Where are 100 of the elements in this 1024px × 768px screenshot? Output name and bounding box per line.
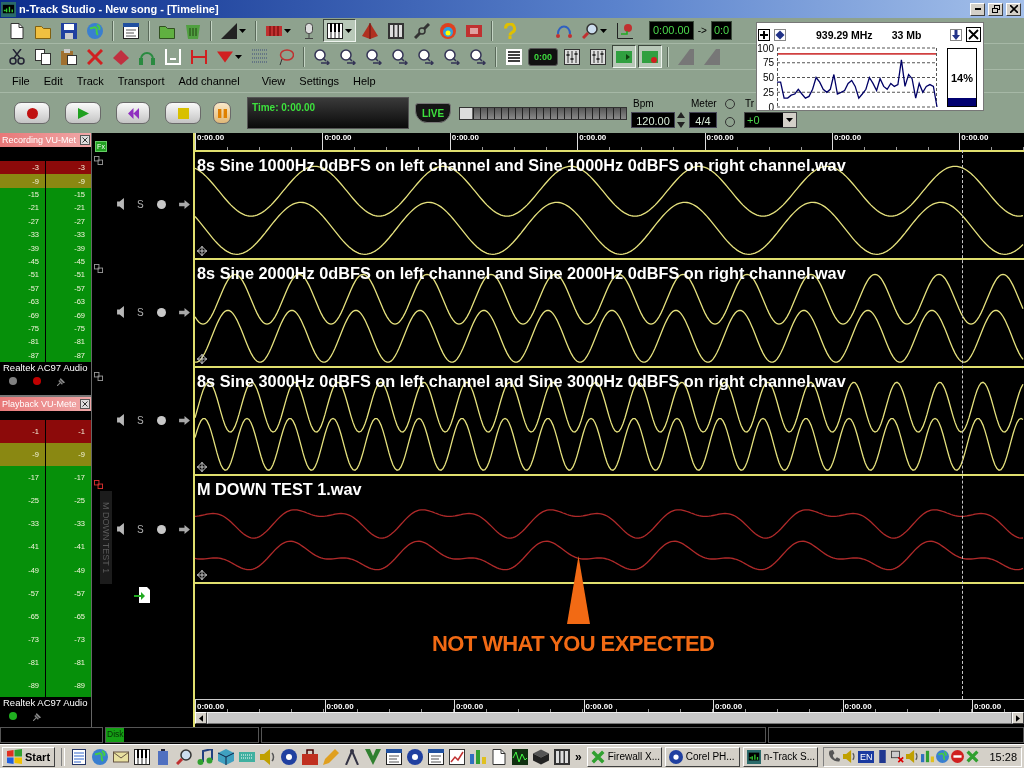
toolbox-icon[interactable] [302,748,319,765]
transpose-dropdown[interactable]: +0 [744,112,797,128]
envelope-icon[interactable] [113,748,130,765]
speaker-icon[interactable] [117,414,124,426]
close-icon[interactable] [80,135,90,145]
notepad-icon[interactable] [71,748,88,765]
status-dot[interactable] [9,377,17,385]
music-note-icon[interactable] [197,748,214,765]
play-button[interactable] [65,102,101,124]
time-display-button[interactable]: 0:00 [528,47,558,66]
linked-squares-icon[interactable] [94,480,103,489]
live-button[interactable]: LIVE [415,103,451,123]
solo-button[interactable]: S [137,523,144,535]
scroll-right-button[interactable] [1012,712,1024,724]
menu-item[interactable]: Track [75,74,105,88]
menu-item[interactable]: View [260,74,287,88]
crosshair-icon[interactable] [197,246,207,256]
solo-button[interactable]: S [137,414,144,426]
meter-field[interactable]: 4/4 [689,112,717,128]
status-dot[interactable] [33,377,41,385]
window-icon[interactable] [428,748,445,765]
radio-button[interactable] [725,117,735,127]
disc-icon[interactable] [407,748,424,765]
pin-icon[interactable] [33,711,42,721]
menu-item[interactable]: Edit [42,74,64,88]
record-button[interactable] [14,102,50,124]
stop-button[interactable] [165,102,201,124]
speaker-icon[interactable] [117,306,124,318]
chart-icon[interactable] [449,748,466,765]
document-arrow-icon[interactable] [134,587,150,603]
box-icon[interactable] [533,748,550,765]
pause-button[interactable] [213,102,231,124]
down-arrow-icon[interactable] [950,28,962,41]
taskbar-button[interactable]: Corel PH... [664,746,740,767]
scroll-left-button[interactable] [195,712,207,724]
magnifier-icon[interactable] [176,748,193,765]
linked-squares-icon[interactable] [94,264,103,273]
restore-button[interactable] [988,2,1003,16]
more-button[interactable]: » [573,749,584,764]
circle-icon[interactable] [156,415,166,425]
crosshair-icon[interactable] [197,570,207,580]
speaker-icon[interactable] [117,198,124,210]
ruler-time-label: 0:00.00 [326,702,354,711]
taskbar-button[interactable]: Firewall X... [586,746,662,767]
circle-icon[interactable] [156,307,166,317]
disc-icon[interactable] [281,748,298,765]
right-arrow-icon[interactable] [178,524,190,534]
close-icon[interactable] [80,399,90,409]
no-entry-icon[interactable] [951,750,965,763]
right-arrow-icon[interactable] [178,307,190,317]
crosshair-icon[interactable] [197,354,207,364]
globe-icon[interactable] [936,750,950,763]
menu-item[interactable]: Settings [298,74,341,88]
diamond-icon[interactable] [774,28,786,41]
time-field[interactable]: 0:00.00 [649,21,694,40]
pin-icon[interactable] [57,376,66,386]
toolbar-button[interactable] [612,45,636,68]
circle-icon[interactable] [156,199,166,209]
menu-item[interactable]: Transport [116,74,166,88]
scrollbar-thumb[interactable] [207,712,1012,724]
radio-button[interactable] [725,99,735,109]
close-button[interactable] [1006,2,1021,16]
toolbar-button[interactable] [638,45,662,68]
minimize-button[interactable] [970,2,985,16]
bpm-field[interactable]: 120.00 [631,112,675,128]
position-slider[interactable] [459,106,627,120]
span-icon [191,48,207,65]
right-arrow-icon[interactable] [178,199,190,209]
taskbar-button[interactable]: n-Track S... [742,746,818,767]
phone-icon[interactable] [827,750,841,763]
right-arrow-icon[interactable] [178,415,190,425]
status-dot[interactable] [9,712,17,720]
page-icon[interactable] [491,748,508,765]
speaker-icon[interactable] [117,523,124,535]
linked-squares-icon[interactable] [94,156,103,165]
menu-item[interactable]: File [11,74,31,88]
monitor-cross-icon[interactable] [891,750,905,763]
bar-chart-icon[interactable] [921,750,935,763]
solo-button[interactable]: S [137,306,144,318]
close-icon[interactable] [966,27,981,42]
film-strip-icon[interactable] [554,748,571,765]
rewind-button[interactable] [116,102,150,124]
circle-icon[interactable] [156,524,166,534]
up-down-arrows-icon[interactable] [677,112,685,128]
menu-item[interactable]: Help [352,74,377,88]
linked-squares-icon[interactable] [94,372,103,381]
window-icon[interactable] [386,748,403,765]
toolbar-button[interactable] [323,19,356,42]
oscilloscope-icon[interactable] [512,748,529,765]
language-indicator[interactable]: EN [857,750,875,763]
solo-button[interactable]: S [137,198,144,210]
cube-icon[interactable] [218,748,235,765]
start-button[interactable]: Start [2,746,56,767]
slider-thumb[interactable] [460,107,473,119]
menu-item[interactable]: Add channel [177,74,241,88]
crosshair-icon[interactable] [197,462,207,472]
time-field[interactable]: 0:0 [710,21,733,40]
drafting-compass-icon[interactable] [344,748,361,765]
plus-icon[interactable] [758,28,770,41]
piano-keys-icon[interactable] [134,748,151,765]
